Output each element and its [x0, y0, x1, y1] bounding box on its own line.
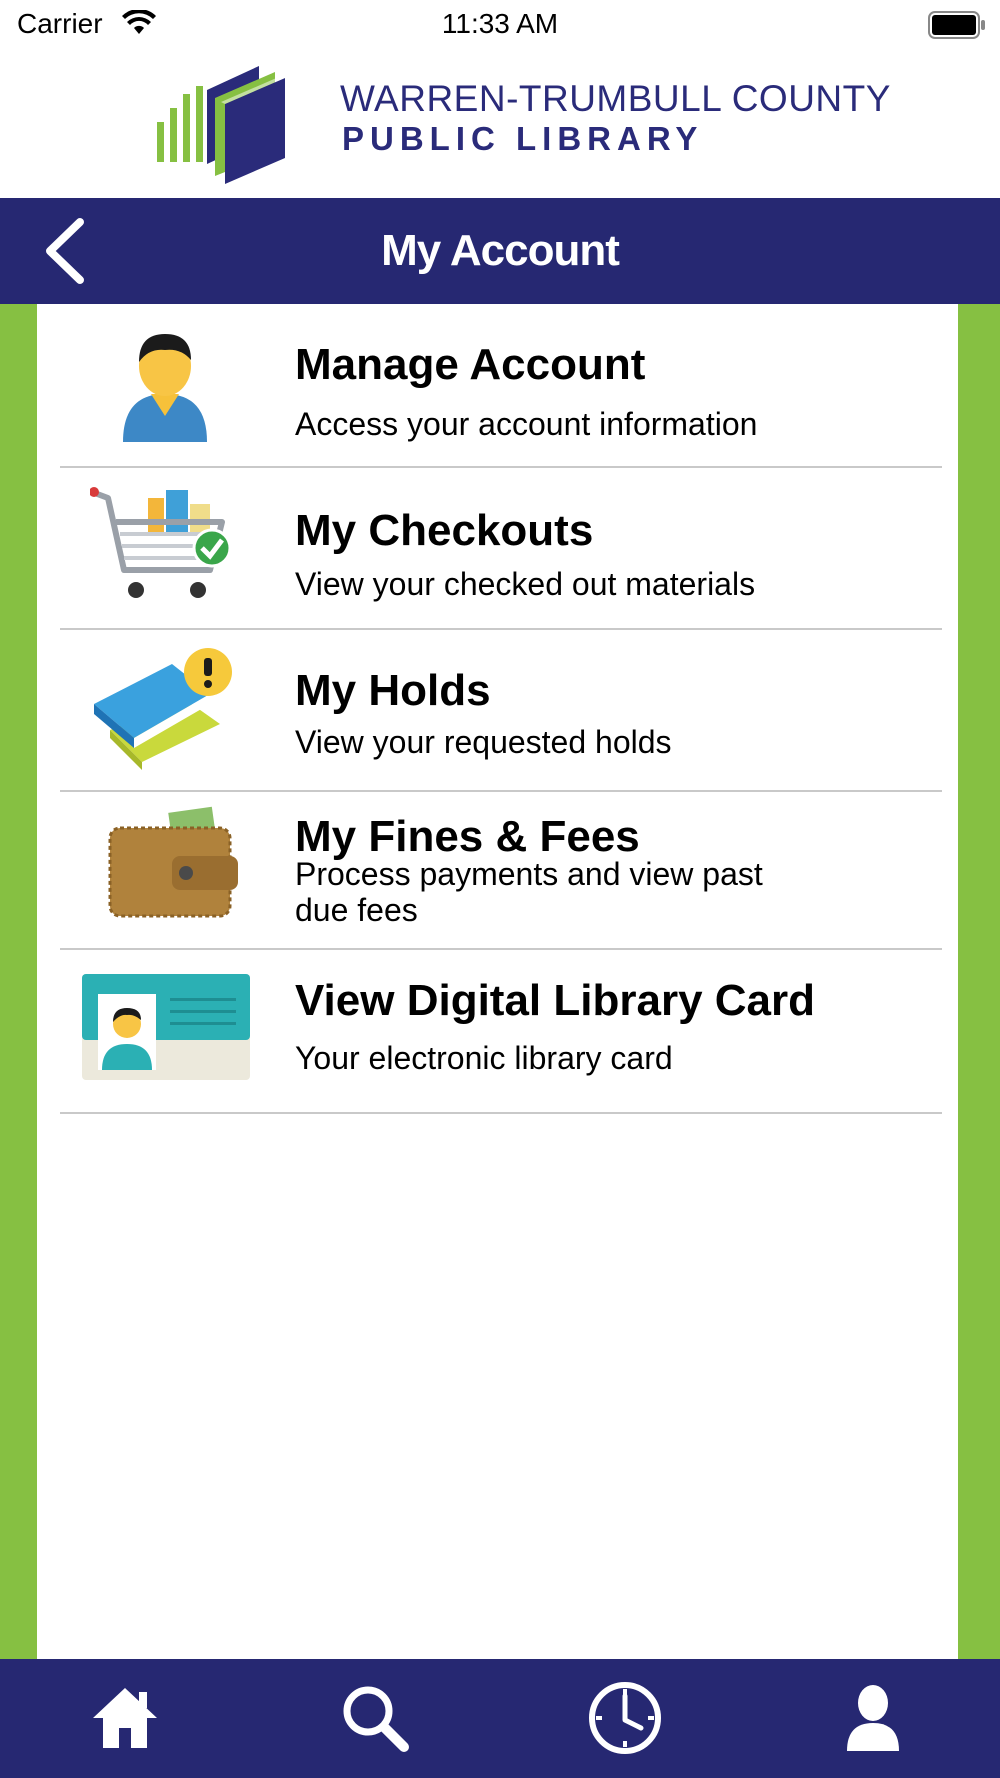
books-alert-icon — [94, 648, 232, 770]
status-time: 11:33 AM — [441, 8, 559, 39]
tab-search[interactable] — [330, 1673, 420, 1763]
menu-item-subtitle: Access your account information — [295, 406, 758, 442]
menu-item-title: My Holds — [295, 666, 491, 715]
bottom-tab-bar — [0, 1659, 1000, 1778]
menu-item-subtitle: Process payments and view past due fees — [295, 856, 763, 928]
wallet-icon — [108, 806, 238, 918]
menu-item-title: Manage Account — [295, 340, 646, 389]
tab-home[interactable] — [80, 1673, 170, 1763]
menu-item-manage-account[interactable]: Manage Account Access your account infor… — [60, 304, 942, 468]
menu-item-my-checkouts[interactable]: My Checkouts View your checked out mater… — [60, 468, 942, 630]
menu-item-title: My Fines & Fees — [295, 812, 640, 861]
account-menu-list: Manage Account Access your account infor… — [37, 304, 958, 1659]
home-icon — [93, 1688, 157, 1748]
navigation-bar: My Account — [0, 198, 1000, 304]
menu-item-subtitle: View your checked out materials — [295, 566, 756, 602]
right-green-border — [958, 304, 1000, 1659]
status-bar: Carrier 11:33 AM — [0, 0, 1000, 50]
clock-icon — [589, 1682, 661, 1754]
library-logo-header: WARREN-TRUMBULL COUNTY PUBLIC LIBRARY — [0, 50, 1000, 198]
library-logo-icon — [157, 66, 285, 184]
menu-item-subtitle: View your requested holds — [295, 724, 672, 760]
menu-item-subtitle: Your electronic library card — [295, 1040, 673, 1076]
logo-line2: PUBLIC LIBRARY — [342, 120, 704, 157]
tab-account[interactable] — [828, 1673, 918, 1763]
person-icon — [847, 1685, 899, 1751]
user-icon — [123, 334, 207, 442]
logo-line1: WARREN-TRUMBULL COUNTY — [340, 78, 891, 119]
menu-item-fines-fees[interactable]: My Fines & Fees Process payments and vie… — [60, 792, 942, 950]
menu-item-digital-card[interactable]: View Digital Library Card Your electroni… — [60, 950, 942, 1114]
menu-item-my-holds[interactable]: My Holds View your requested holds — [60, 630, 942, 792]
menu-item-title: View Digital Library Card — [295, 976, 816, 1025]
battery-icon — [928, 11, 985, 39]
shopping-cart-icon — [90, 487, 232, 598]
library-card-icon — [82, 974, 250, 1080]
left-green-border — [0, 304, 37, 1659]
tab-history[interactable] — [580, 1673, 670, 1763]
menu-item-title: My Checkouts — [295, 506, 594, 555]
page-title: My Account — [381, 226, 620, 275]
search-icon — [343, 1686, 409, 1752]
